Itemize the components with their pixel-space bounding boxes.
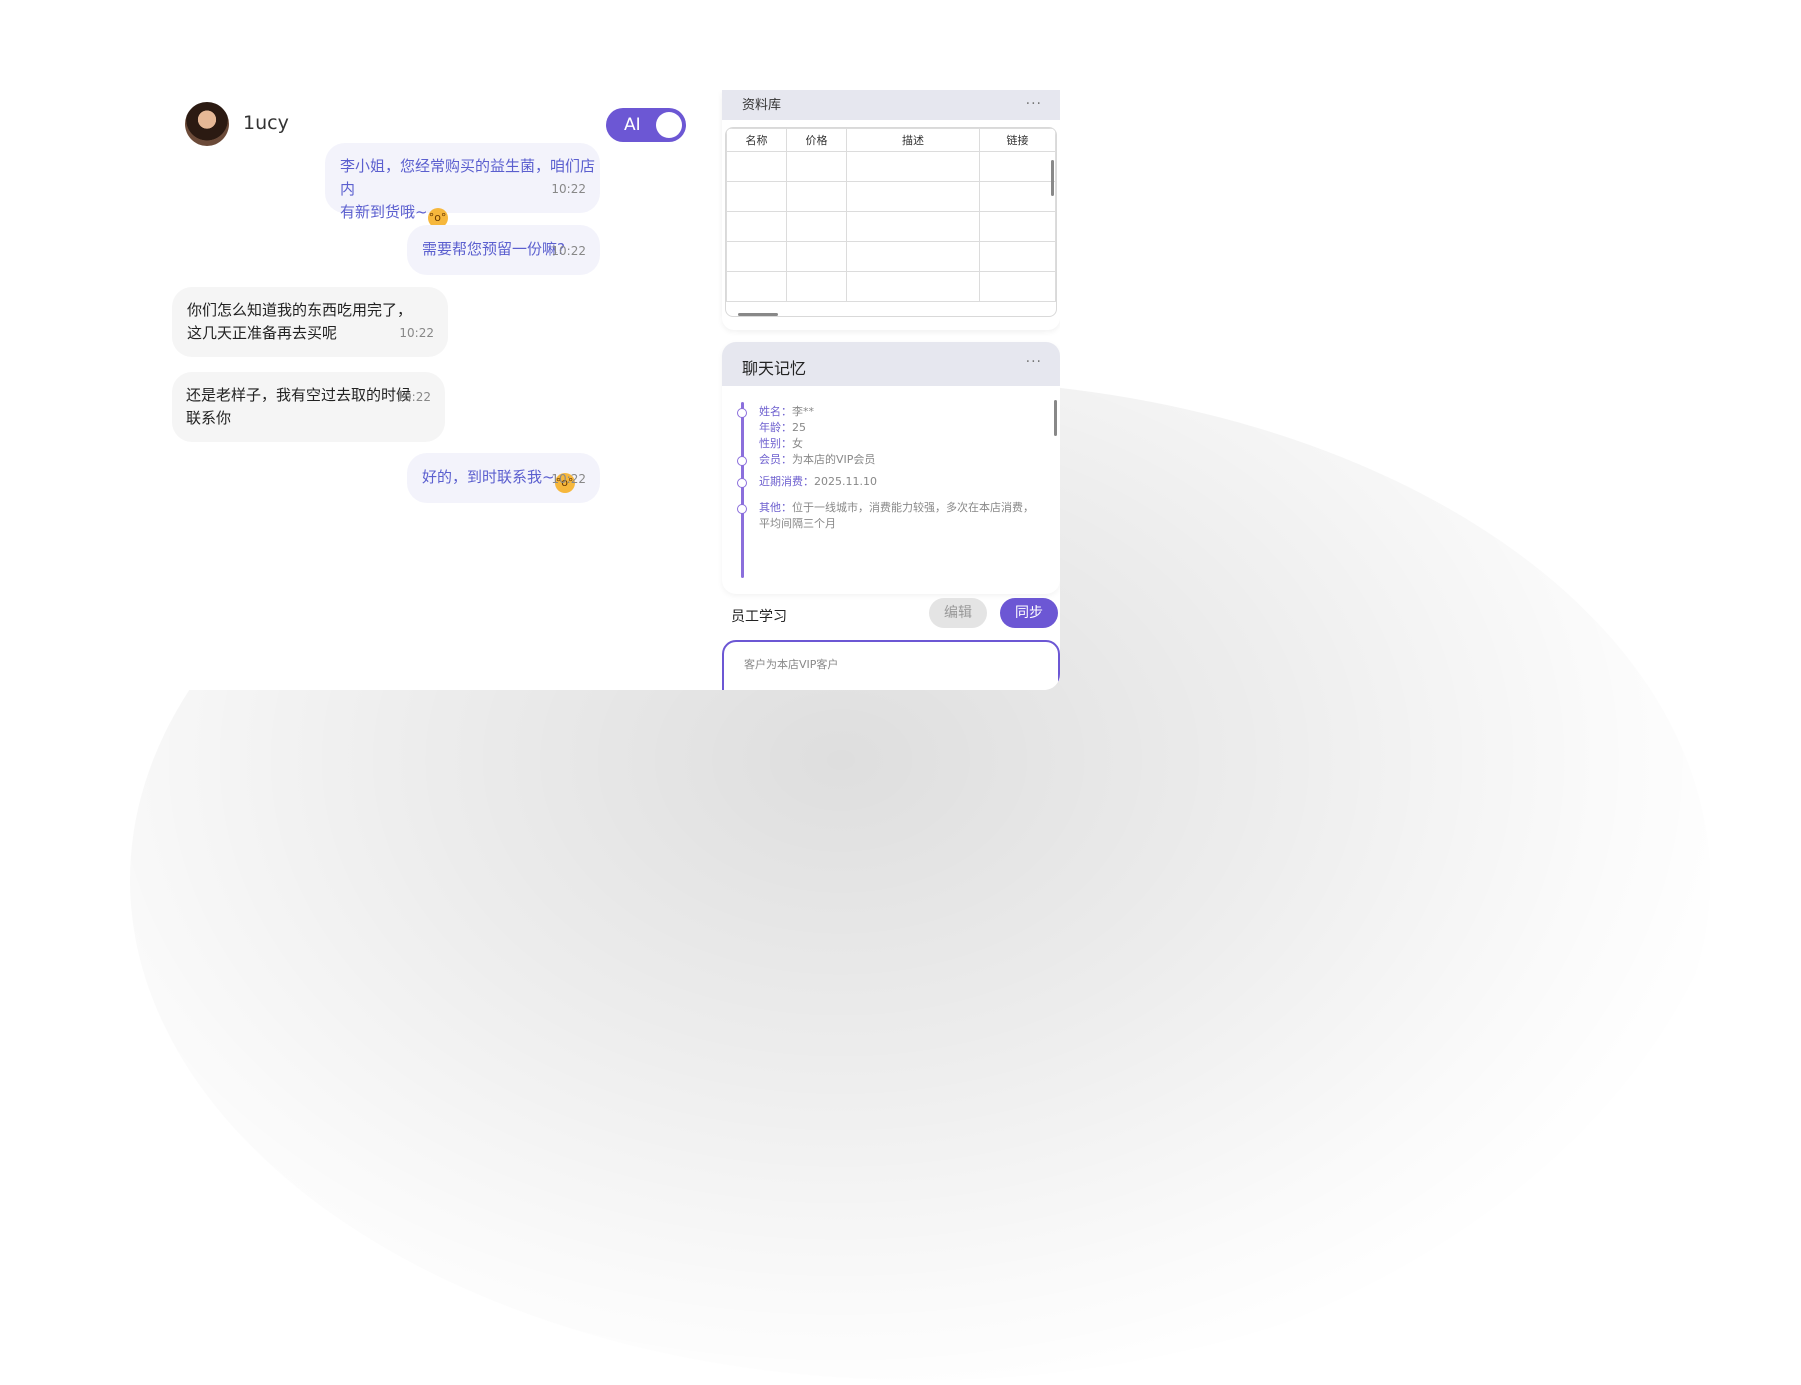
avatar[interactable]	[185, 102, 229, 146]
message-text: 好的，到时联系我~	[422, 468, 555, 486]
message-bubble-incoming[interactable]: 还是老样子，我有空过去取的时候 联系你 10:22	[172, 372, 445, 442]
more-options-icon[interactable]: ···	[1026, 96, 1042, 112]
table-row[interactable]	[726, 211, 1056, 242]
memory-value: 位于一线城市，消费能力较强，多次在本店消费，平均间隔三个月	[759, 501, 1034, 530]
memory-key: 近期消费：	[759, 475, 814, 488]
chat-memory-header: 聊天记忆 ···	[722, 342, 1060, 386]
vertical-scrollbar[interactable]	[1051, 160, 1054, 196]
horizontal-scrollbar[interactable]	[738, 313, 778, 316]
memory-key: 其他：	[759, 501, 792, 514]
message-text: 联系你	[186, 409, 232, 427]
memory-value: 25	[792, 421, 806, 434]
ai-toggle-label: AI	[624, 115, 641, 135]
library-title: 资料库	[742, 98, 782, 113]
learning-input[interactable]: 客户为本店VIP客户	[722, 640, 1060, 690]
sync-button[interactable]: 同步	[1000, 598, 1058, 628]
memory-entry: 近期消费：2025.11.10	[759, 474, 1044, 490]
timeline-node	[737, 478, 747, 488]
chat-memory-panel: 聊天记忆 ··· 姓名：李** 年龄：25 性别：女 会员：为本店的VIP会员 …	[722, 342, 1060, 594]
timeline-line	[741, 402, 744, 578]
message-bubble-outgoing[interactable]: 李小姐，您经常购买的益生菌，咱们店内 有新到货哦~°o° 10:22	[325, 143, 600, 228]
memory-key: 年龄：	[759, 421, 792, 434]
library-panel: 资料库 ··· 名称 价格 描述 链接	[722, 90, 1060, 330]
contact-name: 1ucy	[243, 112, 289, 134]
memory-key: 姓名：	[759, 405, 792, 418]
memory-value: 女	[792, 437, 803, 450]
chat-memory-title: 聊天记忆	[742, 359, 807, 378]
memory-entry: 会员：为本店的VIP会员	[759, 452, 1044, 468]
memory-key: 性别：	[759, 437, 792, 450]
column-header[interactable]: 描述	[846, 128, 980, 152]
ai-toggle[interactable]: AI	[606, 108, 686, 142]
table-header-row: 名称 价格 描述 链接	[726, 128, 1056, 152]
timeline-node	[737, 504, 747, 514]
message-bubble-outgoing[interactable]: 好的，到时联系我~°o° 10:22	[407, 453, 600, 503]
message-time: 10:22	[399, 326, 434, 340]
learning-title: 员工学习	[731, 609, 787, 625]
library-table[interactable]: 名称 价格 描述 链接	[725, 127, 1057, 317]
table-row[interactable]	[726, 271, 1056, 302]
message-time: 10:22	[551, 472, 586, 486]
message-text: 你们怎么知道我的东西吃用完了，	[187, 301, 413, 319]
toggle-knob	[656, 112, 682, 138]
vertical-scrollbar[interactable]	[1054, 400, 1057, 436]
memory-value: 2025.11.10	[814, 475, 877, 488]
timeline-node	[737, 408, 747, 418]
more-options-icon[interactable]: ···	[1026, 354, 1042, 370]
library-header: 资料库 ···	[722, 90, 1060, 120]
edit-button[interactable]: 编辑	[929, 598, 987, 628]
column-header[interactable]: 链接	[979, 128, 1056, 152]
timeline-node	[737, 456, 747, 466]
message-time: 10:22	[551, 244, 586, 258]
main-card: 1ucy AI 李小姐，您经常购买的益生菌，咱们店内 有新到货哦~°o° 10:…	[170, 90, 1060, 690]
table-row[interactable]	[726, 181, 1056, 212]
memory-key: 会员：	[759, 453, 792, 466]
memory-value: 李**	[792, 405, 814, 418]
message-text: 有新到货哦~	[340, 203, 428, 221]
memory-value: 为本店的VIP会员	[792, 453, 876, 466]
message-text: 需要帮您预留一份嘛?	[422, 240, 565, 258]
message-time: 10:22	[551, 182, 586, 196]
message-time: 10:22	[396, 390, 431, 404]
message-bubble-incoming[interactable]: 你们怎么知道我的东西吃用完了， 这几天正准备再去买呢 10:22	[172, 287, 448, 357]
column-header[interactable]: 名称	[726, 128, 787, 152]
memory-entry: 其他：位于一线城市，消费能力较强，多次在本店消费，平均间隔三个月	[759, 500, 1044, 532]
table-row[interactable]	[726, 241, 1056, 272]
table-row[interactable]	[726, 151, 1056, 182]
column-header[interactable]: 价格	[786, 128, 847, 152]
message-bubble-outgoing[interactable]: 需要帮您预留一份嘛? 10:22	[407, 225, 600, 275]
memory-entry: 姓名：李** 年龄：25 性别：女	[759, 404, 1044, 452]
